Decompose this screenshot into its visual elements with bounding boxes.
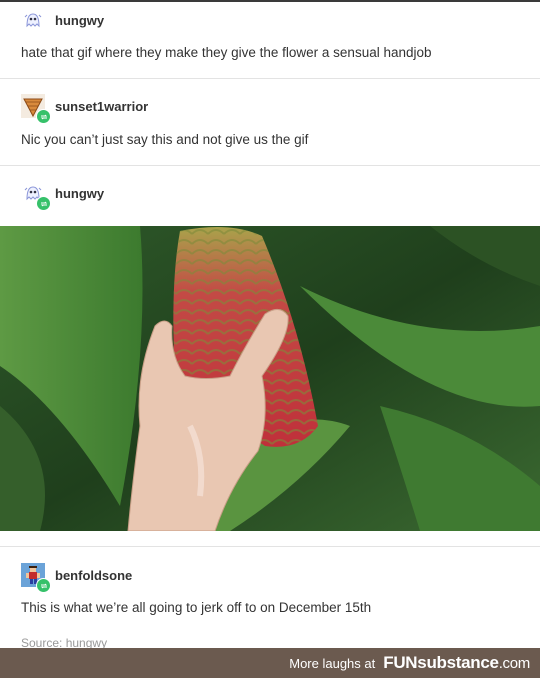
post-1-header: hungwy xyxy=(21,8,104,32)
watermark-bar: More laughs at FUNsubstance.com xyxy=(0,648,540,678)
username[interactable]: benfoldsone xyxy=(55,568,132,583)
reblog-icon xyxy=(36,578,51,593)
reblog-icon xyxy=(36,196,51,211)
divider xyxy=(0,78,540,79)
post-text: Nic you can’t just say this and not give… xyxy=(21,132,309,147)
reblog-icon xyxy=(36,109,51,124)
brand-tld: .com xyxy=(498,655,531,672)
flower-photo xyxy=(0,226,540,531)
ghost-icon[interactable] xyxy=(21,181,51,211)
username[interactable]: sunset1warrior xyxy=(55,99,148,114)
post-4-header: benfoldsone xyxy=(21,563,132,593)
post-text: hate that gif where they make they give … xyxy=(21,45,432,60)
brand-main: FUNsubstance xyxy=(383,653,499,672)
brand-logo[interactable]: FUNsubstance.com xyxy=(383,653,530,673)
divider xyxy=(0,165,540,166)
divider xyxy=(0,546,540,547)
ice-cream-cone-icon[interactable] xyxy=(21,94,51,124)
post-3-header: hungwy xyxy=(21,181,104,211)
ghost-icon[interactable] xyxy=(21,8,45,32)
post-2-header: sunset1warrior xyxy=(21,94,148,124)
username[interactable]: hungwy xyxy=(55,13,104,28)
pixel-character-icon[interactable] xyxy=(21,563,51,593)
top-border xyxy=(0,0,540,2)
username[interactable]: hungwy xyxy=(55,186,104,201)
more-laughs-text: More laughs at xyxy=(289,655,376,671)
post-text: This is what we’re all going to jerk off… xyxy=(21,600,372,615)
